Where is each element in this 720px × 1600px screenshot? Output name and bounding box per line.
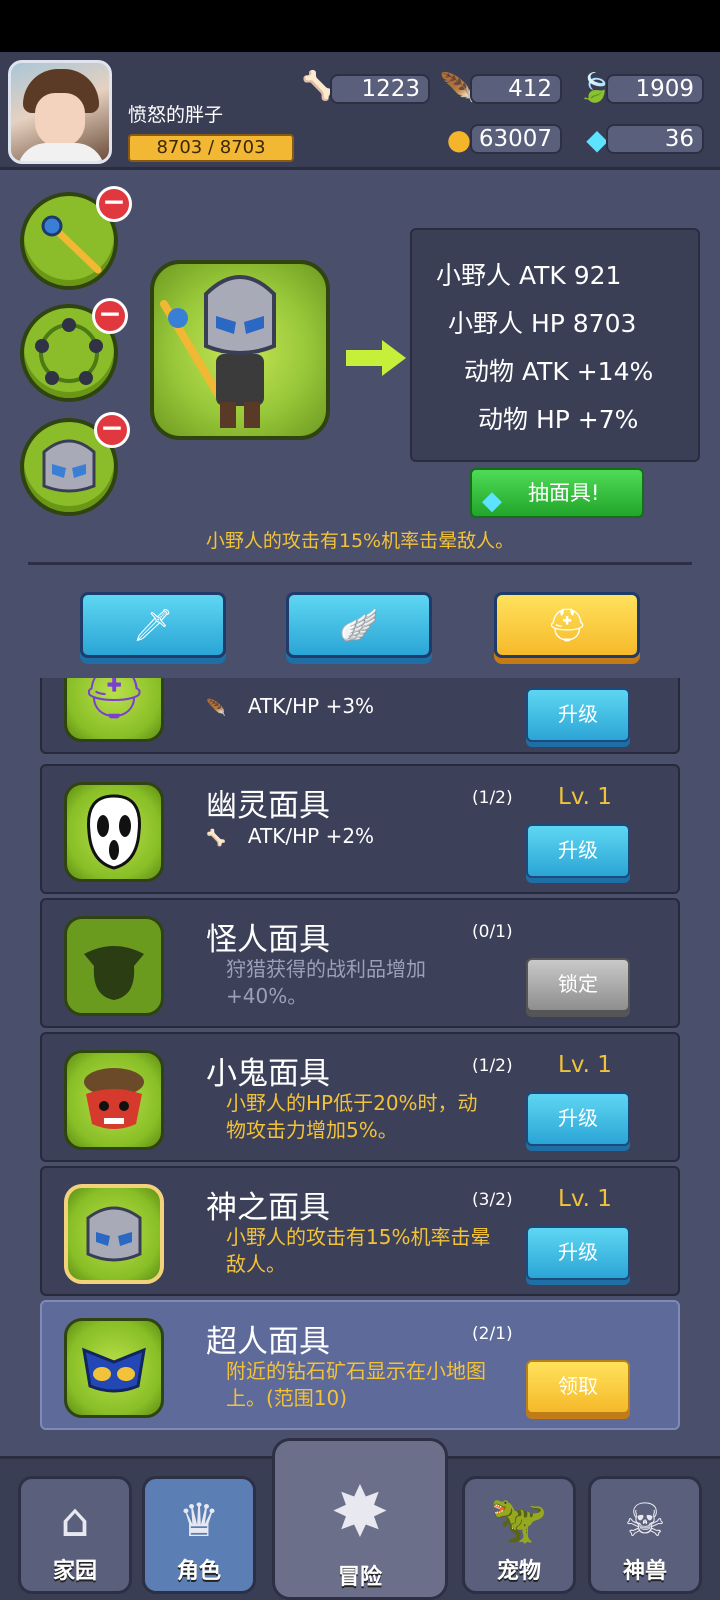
- tab-weapon[interactable]: 🗡: [80, 592, 226, 658]
- hero-preview: [150, 260, 330, 440]
- god-mask-icon: [64, 1184, 164, 1284]
- avatar[interactable]: [8, 60, 112, 164]
- item-title: 怪人面具: [206, 922, 330, 958]
- item-level: Lv. 1: [558, 784, 612, 810]
- feather-icon: 🪶: [206, 698, 226, 717]
- purple-mask-icon: ⛑: [64, 678, 164, 742]
- draw-mask-label: 抽面具!: [528, 481, 600, 505]
- sword-icon: 🗡: [132, 606, 174, 644]
- upgrade-button[interactable]: 升级: [526, 688, 630, 742]
- item-description: 小野人的攻击有15%机率击晕敌人。: [226, 1225, 491, 1276]
- wing-icon: 🪽: [339, 606, 379, 644]
- item-bonus: 🪶 ATK/HP +3%: [206, 694, 375, 718]
- list-item: 小鬼面具 (1/2) Lv. 1 小野人的HP低于20%时，动物攻击力增加5%。…: [40, 1032, 680, 1162]
- nav-pet[interactable]: 🦖 宠物: [462, 1476, 576, 1594]
- upgrade-button[interactable]: 升级: [526, 1092, 630, 1146]
- nav-adventure[interactable]: ✸ 冒险: [272, 1438, 448, 1600]
- skill-description: 小野人的攻击有15%机率击晕敌人。: [205, 530, 515, 552]
- player-name: 愤怒的胖子: [128, 104, 224, 126]
- arrow-right-icon: [346, 340, 406, 376]
- stats-panel: 小野人 ATK 921 小野人 HP 8703 动物 ATK +14% 动物 H…: [410, 228, 700, 462]
- home-icon: ⌂: [60, 1493, 90, 1547]
- list-item: 怪人面具 (0/1) 狩猎获得的战利品增加+40%。 锁定: [40, 898, 680, 1028]
- list-item: ⛑ 🪶 ATK/HP +3% 升级: [40, 678, 680, 754]
- feather-icon: 🦴: [206, 828, 226, 847]
- ghost-mask-icon: [64, 782, 164, 882]
- helmet-icon: ⛑: [546, 606, 588, 644]
- draw-mask-button[interactable]: ◆ 抽面具!: [470, 468, 644, 518]
- mask-icon: ♛: [178, 1493, 220, 1547]
- locked-button[interactable]: 锁定: [526, 958, 630, 1012]
- divider: [28, 562, 692, 565]
- orange-feather-count: 412: [470, 74, 562, 104]
- item-title: 超人面具: [206, 1324, 330, 1360]
- item-description: 狩猎获得的战利品增加+40%。: [226, 957, 426, 1008]
- item-title: 神之面具: [206, 1190, 330, 1226]
- diamond-icon: ◆: [482, 486, 502, 516]
- stat-animal-atk: 动物 ATK +14%: [464, 357, 654, 386]
- item-bonus: 🦴 ATK/HP +2%: [206, 824, 375, 848]
- item-title: 小鬼面具: [206, 1056, 330, 1092]
- coin-count: 63007: [470, 124, 562, 154]
- bone-count: 1223: [330, 74, 430, 104]
- avatar-face: [35, 93, 85, 147]
- stat-animal-hp: 动物 HP +7%: [478, 405, 639, 434]
- item-description: 小野人的HP低于20%时，动物攻击力增加5%。: [226, 1091, 478, 1142]
- claim-button[interactable]: 领取: [526, 1360, 630, 1414]
- hp-bar: 8703 / 8703: [128, 134, 294, 162]
- item-title: 幽灵面具: [206, 788, 330, 824]
- diamond-count: 36: [606, 124, 704, 154]
- avatar-shirt: [17, 143, 105, 161]
- item-count: (2/1): [472, 1324, 513, 1344]
- remove-helmet-button[interactable]: −: [94, 412, 130, 448]
- remove-weapon-button[interactable]: −: [96, 186, 132, 222]
- list-item: 超人面具 (2/1) 附近的钻石矿石显示在小地图上。(范围10) 领取: [40, 1300, 680, 1430]
- item-level: Lv. 1: [558, 1186, 612, 1212]
- nav-character[interactable]: ♛ 角色: [142, 1476, 256, 1594]
- pet-icon: 🦖: [490, 1492, 548, 1546]
- stat-atk: 小野人 ATK 921: [436, 261, 622, 290]
- stat-hp: 小野人 HP 8703: [448, 309, 637, 338]
- item-count: (0/1): [472, 922, 513, 942]
- upgrade-button[interactable]: 升级: [526, 824, 630, 878]
- locked-mask-icon: [64, 916, 164, 1016]
- remove-accessory-button[interactable]: −: [92, 298, 128, 334]
- superhero-mask-icon: [64, 1318, 164, 1418]
- item-level: Lv. 1: [558, 1052, 612, 1078]
- tab-accessory[interactable]: 🪽: [286, 592, 432, 658]
- list-item: 神之面具 (3/2) Lv. 1 小野人的攻击有15%机率击晕敌人。 升级: [40, 1166, 680, 1296]
- hero-character-icon: [160, 275, 276, 428]
- mask-list[interactable]: ⛑ 🪶 ATK/HP +3% 升级 幽灵面具 (1/2) Lv. 1 🦴 ATK/H…: [40, 678, 680, 1436]
- status-bar: [0, 0, 720, 52]
- skull-icon: ☠: [624, 1493, 666, 1547]
- item-count: (1/2): [472, 1056, 513, 1076]
- item-count: (1/2): [472, 788, 513, 808]
- upgrade-button[interactable]: 升级: [526, 1226, 630, 1280]
- tab-helmet[interactable]: ⛑: [494, 592, 640, 658]
- nav-home[interactable]: ⌂ 家园: [18, 1476, 132, 1594]
- imp-mask-icon: [64, 1050, 164, 1150]
- club-icon: ✸: [330, 1471, 390, 1553]
- list-item: 幽灵面具 (1/2) Lv. 1 🦴 ATK/HP +2% 升级: [40, 764, 680, 894]
- item-count: (3/2): [472, 1190, 513, 1210]
- item-description: 附近的钻石矿石显示在小地图上。(范围10): [226, 1359, 486, 1410]
- green-feather-count: 1909: [606, 74, 704, 104]
- nav-divine-beast[interactable]: ☠ 神兽: [588, 1476, 702, 1594]
